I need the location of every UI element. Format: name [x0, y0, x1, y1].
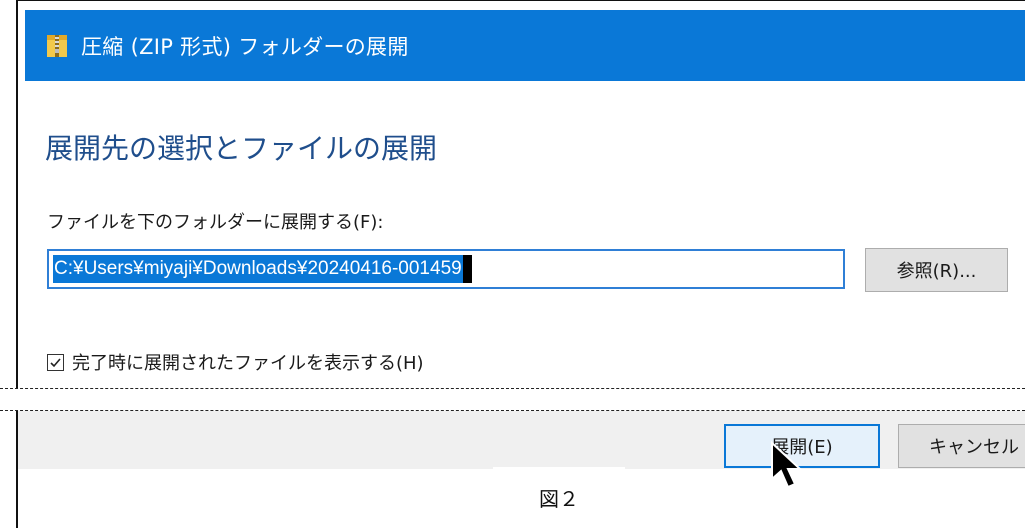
show-files-checkbox[interactable] [47, 353, 64, 371]
zip-folder-icon [47, 34, 67, 57]
destination-label: ファイルを下のフォルダーに展開する(F): [47, 212, 384, 233]
destination-path-value: C:¥Users¥miyaji¥Downloads¥20240416-00145… [53, 255, 463, 283]
cut-line-upper [0, 388, 1025, 389]
dialog-body: 展開先の選択とファイルの展開 ファイルを下のフォルダーに展開する(F): C:¥… [25, 81, 1025, 388]
checkmark-icon [50, 357, 61, 367]
show-files-label: 完了時に展開されたファイルを表示する(H) [72, 353, 424, 374]
cut-gap [0, 389, 1025, 409]
dialog-heading: 展開先の選択とファイルの展開 [45, 132, 438, 165]
text-caret [462, 255, 472, 283]
frame-left-line [16, 0, 18, 388]
title-bar: 圧縮 (ZIP 形式) フォルダーの展開 [25, 10, 1025, 81]
window-title: 圧縮 (ZIP 形式) フォルダーの展開 [81, 34, 409, 59]
figure-stage: 圧縮 (ZIP 形式) フォルダーの展開 展開先の選択とファイルの展開 ファイル… [0, 0, 1025, 528]
frame-top-line [16, 0, 1025, 1]
mouse-pointer-icon [771, 441, 803, 489]
destination-path-input[interactable]: C:¥Users¥miyaji¥Downloads¥20240416-00145… [47, 249, 845, 289]
browse-button[interactable]: 参照(R)... [865, 248, 1008, 292]
dialog-footer: 展開(E) キャンセル [18, 411, 1025, 469]
figure-caption: 図２ [493, 467, 625, 528]
show-files-option[interactable]: 完了時に展開されたファイルを表示する(H) [47, 349, 424, 375]
cancel-button[interactable]: キャンセル [898, 424, 1025, 468]
